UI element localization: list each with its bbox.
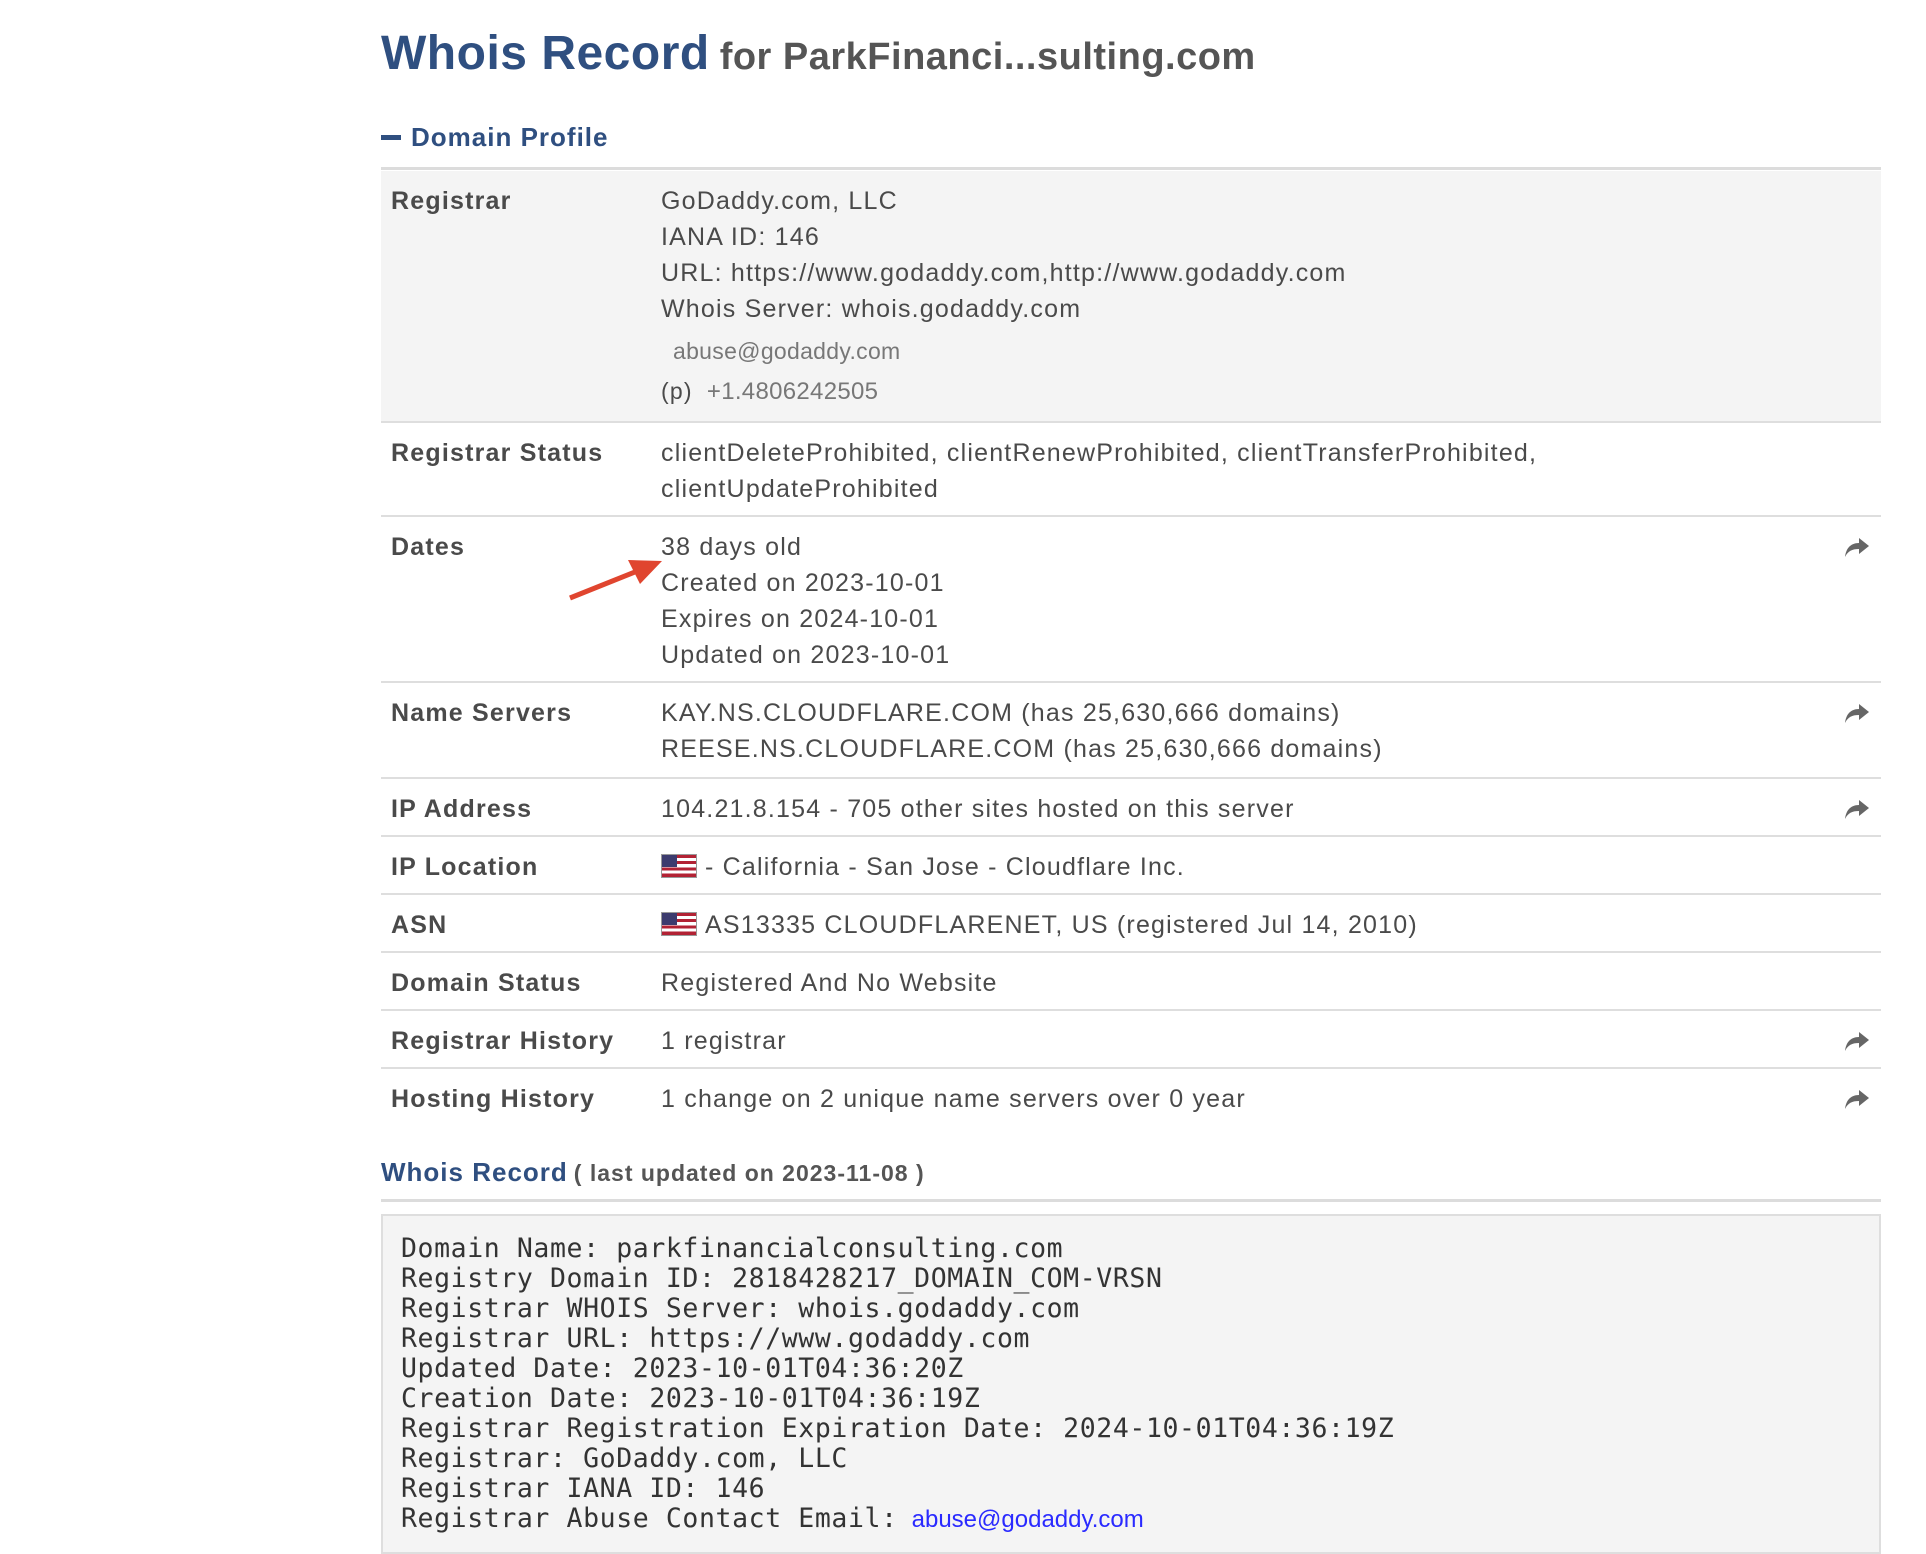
whois-record-heading: Whois Record( last updated on 2023-11-08… xyxy=(381,1157,925,1188)
whois-record-title: Whois Record xyxy=(381,1157,568,1187)
registrar-email: abuse@godaddy.com xyxy=(673,338,901,364)
page-title-main: Whois Record xyxy=(381,27,710,80)
row-label: Registrar History xyxy=(391,1027,615,1055)
raw-whois-line: Registrar Registration Expiration Date: … xyxy=(401,1413,1395,1444)
expires-date: Expires on 2024-10-01 xyxy=(661,605,940,633)
domain-profile-table: Registrar GoDaddy.com, LLC IANA ID: 146 … xyxy=(381,171,1881,1125)
asn-text: AS13335 CLOUDFLARENET, US (registered Ju… xyxy=(705,911,1418,939)
ip-location-text: - California - San Jose - Cloudflare Inc… xyxy=(705,853,1185,881)
domain-age: 38 days old xyxy=(661,533,803,561)
share-arrow-icon[interactable] xyxy=(1843,1087,1871,1113)
status-line: clientUpdateProhibited xyxy=(661,475,939,503)
raw-whois-line: Registry Domain ID: 2818428217_DOMAIN_CO… xyxy=(401,1263,1163,1294)
phone-prefix: (p) xyxy=(661,378,693,404)
registrar-iana: IANA ID: 146 xyxy=(661,223,820,251)
domain-profile-toggle[interactable]: Domain Profile xyxy=(381,122,608,153)
row-domain-status: Domain Status Registered And No Website xyxy=(381,953,1881,1011)
name-server[interactable]: KAY.NS.CLOUDFLARE.COM (has 25,630,666 do… xyxy=(661,695,1881,731)
row-label: Name Servers xyxy=(391,699,573,727)
status-line: clientDeleteProhibited, clientRenewProhi… xyxy=(661,439,1538,467)
raw-whois-line: Registrar IANA ID: 146 xyxy=(401,1473,766,1504)
dates-value: 38 days old Created on 2023-10-01 Expire… xyxy=(661,517,1881,683)
raw-whois-box: Domain Name: parkfinancialconsulting.com… xyxy=(381,1214,1881,1554)
raw-whois-line: Registrar URL: https://www.godaddy.com xyxy=(401,1323,1031,1354)
raw-whois-line: Creation Date: 2023-10-01T04:36:19Z xyxy=(401,1383,981,1414)
whois-last-updated: ( last updated on 2023-11-08 ) xyxy=(573,1160,925,1186)
name-servers-value: KAY.NS.CLOUDFLARE.COM (has 25,630,666 do… xyxy=(661,683,1881,777)
created-date: Created on 2023-10-01 xyxy=(661,569,945,597)
share-arrow-icon[interactable] xyxy=(1843,1029,1871,1055)
share-arrow-icon[interactable] xyxy=(1843,797,1871,823)
row-label: Registrar xyxy=(391,187,512,215)
divider xyxy=(381,1199,1881,1202)
abuse-label: Registrar Abuse Contact Email: xyxy=(401,1503,898,1534)
asn-value: AS13335 CLOUDFLARENET, US (registered Ju… xyxy=(661,895,1881,953)
abuse-email-link[interactable]: abuse@godaddy.com xyxy=(912,1506,1144,1533)
name-server[interactable]: REESE.NS.CLOUDFLARE.COM (has 25,630,666 … xyxy=(661,731,1881,767)
row-ip-address: IP Address 104.21.8.154 - 705 other site… xyxy=(381,779,1881,837)
raw-whois-line: Registrar WHOIS Server: whois.godaddy.co… xyxy=(401,1293,1080,1324)
us-flag-icon xyxy=(661,854,697,879)
registrar-phone-line: (p) +1.4806242505 xyxy=(661,373,1881,410)
registrar-history-value: 1 registrar xyxy=(661,1027,787,1055)
page-title: Whois Record for ParkFinanci...sulting.co… xyxy=(381,26,1256,81)
row-label: Dates xyxy=(391,533,466,561)
row-registrar-status: Registrar Status clientDeleteProhibited,… xyxy=(381,423,1881,517)
ip-address-value[interactable]: 104.21.8.154 - 705 other sites hosted on… xyxy=(661,779,1881,837)
share-arrow-icon[interactable] xyxy=(1843,535,1871,561)
row-label: Registrar Status xyxy=(391,439,604,467)
row-asn: ASN AS13335 CLOUDFLARENET, US (registere… xyxy=(381,895,1881,953)
raw-whois-abuse-line: Registrar Abuse Contact Email: abuse@goda… xyxy=(401,1504,1861,1535)
row-registrar-history: Registrar History 1 registrar xyxy=(381,1011,1881,1069)
row-label: IP Address xyxy=(391,795,533,823)
raw-whois-line: Registrar: GoDaddy.com, LLC xyxy=(401,1443,848,1474)
registrar-name: GoDaddy.com, LLC xyxy=(661,187,898,215)
domain-profile-title: Domain Profile xyxy=(411,122,609,152)
domain-status-value: Registered And No Website xyxy=(661,969,998,997)
divider xyxy=(381,167,1881,170)
row-dates: Dates 38 days old Created on 2023-10-01 … xyxy=(381,517,1881,683)
registrar-phone: +1.4806242505 xyxy=(706,378,879,405)
row-label: ASN xyxy=(391,911,448,939)
raw-whois-line: Domain Name: parkfinancialconsulting.com xyxy=(401,1233,1064,1264)
row-label: IP Location xyxy=(391,853,539,881)
registrar-value: GoDaddy.com, LLC IANA ID: 146 URL: https… xyxy=(661,171,1881,420)
row-label: Hosting History xyxy=(391,1085,596,1113)
updated-date: Updated on 2023-10-01 xyxy=(661,641,951,669)
hosting-history-value: 1 change on 2 unique name servers over 0… xyxy=(661,1085,1246,1113)
raw-whois-line: Updated Date: 2023-10-01T04:36:20Z xyxy=(401,1353,964,1384)
registrar-status-value: clientDeleteProhibited, clientRenewProhi… xyxy=(661,423,1881,517)
page-title-domain: for ParkFinanci...sulting.com xyxy=(719,36,1256,78)
share-arrow-icon[interactable] xyxy=(1843,701,1871,727)
row-registrar: Registrar GoDaddy.com, LLC IANA ID: 146 … xyxy=(381,171,1881,423)
registrar-whois-server: Whois Server: whois.godaddy.com xyxy=(661,295,1082,323)
registrar-url: URL: https://www.godaddy.com,http://www.… xyxy=(661,259,1347,287)
ip-location-value: - California - San Jose - Cloudflare Inc… xyxy=(661,837,1881,895)
row-label: Domain Status xyxy=(391,969,582,997)
row-ip-location: IP Location - California - San Jose - Cl… xyxy=(381,837,1881,895)
row-name-servers: Name Servers KAY.NS.CLOUDFLARE.COM (has … xyxy=(381,683,1881,779)
row-hosting-history: Hosting History 1 change on 2 unique nam… xyxy=(381,1069,1881,1125)
minus-icon xyxy=(381,134,401,140)
us-flag-icon xyxy=(661,912,697,937)
